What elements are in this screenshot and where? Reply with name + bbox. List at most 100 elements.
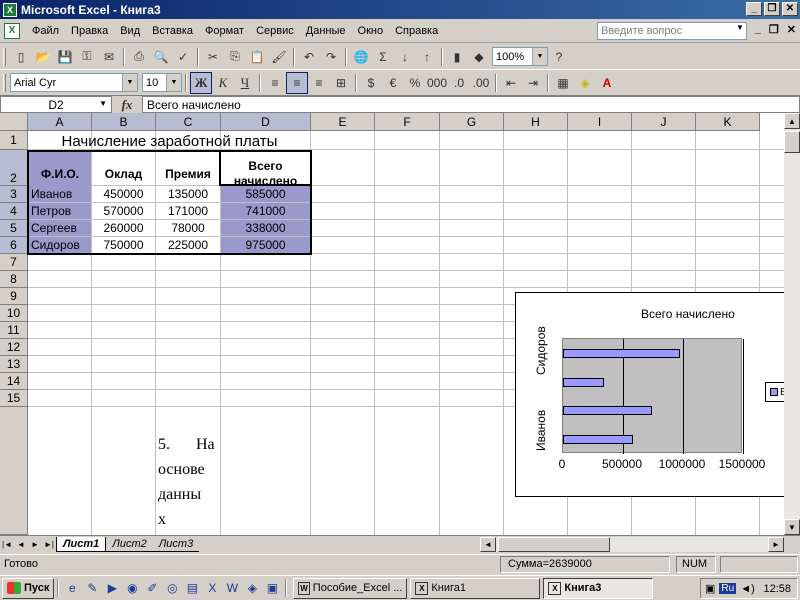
chart-plot-area[interactable] [562, 338, 744, 454]
print-icon[interactable]: ⎙ [128, 46, 150, 68]
menu-file[interactable]: Файл [26, 25, 65, 37]
sort-ascending-icon[interactable]: ↓ [394, 46, 416, 68]
opera-icon[interactable]: ◎ [163, 579, 181, 597]
row-header-4[interactable]: 4 [0, 203, 28, 220]
chart-bar-3[interactable] [563, 377, 604, 387]
save-icon[interactable]: 💾 [54, 46, 76, 68]
chart-title[interactable]: Всего начислено [641, 307, 735, 321]
align-center-icon[interactable]: ≡ [286, 71, 308, 94]
thousands-icon[interactable]: 000 [426, 72, 448, 94]
insert-function-icon[interactable]: fx [112, 97, 142, 113]
cell-total[interactable]: 975000 [221, 237, 310, 253]
cell-name[interactable]: Иванов [29, 186, 91, 202]
network-icon[interactable]: ▣ [705, 582, 715, 595]
chart-wizard-icon[interactable]: ▮ [446, 46, 468, 68]
column-header-g[interactable]: G [440, 113, 504, 131]
menu-data[interactable]: Данные [300, 25, 352, 37]
name-box[interactable]: D2 ▼ [0, 96, 112, 113]
doc-close-button[interactable]: ✕ [787, 23, 796, 36]
row-header-13[interactable]: 13 [0, 356, 28, 373]
scroll-thumb[interactable] [498, 537, 610, 552]
menu-format[interactable]: Формат [199, 25, 250, 37]
row-header-12[interactable]: 12 [0, 339, 28, 356]
column-header-f[interactable]: F [375, 113, 440, 131]
excel-icon[interactable]: X [203, 579, 221, 597]
cell-salary[interactable]: 570000 [92, 203, 155, 219]
chevron-down-icon[interactable]: ▼ [166, 74, 181, 91]
sheet-title[interactable]: Начисление заработной платы [28, 132, 311, 150]
decrease-indent-icon[interactable]: ⇤ [500, 72, 522, 94]
toolbar-grip[interactable] [3, 47, 6, 66]
volume-icon[interactable]: ◄) [740, 583, 755, 595]
cut-icon[interactable]: ✂ [202, 46, 224, 68]
chevron-down-icon[interactable]: ▼ [736, 23, 744, 32]
column-header-c[interactable]: C [156, 113, 221, 131]
sort-descending-icon[interactable]: ↑ [416, 46, 438, 68]
help-icon[interactable]: ? [548, 46, 570, 68]
task-item-posobie[interactable]: W Пособие_Excel ... [293, 577, 408, 599]
toolbar-grip[interactable] [3, 73, 6, 92]
decrease-decimal-icon[interactable]: .00 [470, 72, 492, 94]
scroll-right-icon[interactable]: ► [768, 537, 784, 552]
chart-bar-2[interactable] [563, 406, 652, 416]
format-painter-icon[interactable]: 🖌 [268, 46, 290, 68]
row-header-8[interactable]: 8 [0, 271, 28, 288]
bold-button[interactable]: Ж [190, 71, 212, 94]
chart-legend[interactable]: В [765, 382, 784, 402]
row-header-14[interactable]: 14 [0, 373, 28, 390]
restore-button[interactable]: ❐ [764, 2, 780, 16]
chevron-down-icon[interactable]: ▼ [99, 99, 107, 108]
start-button[interactable]: Пуск [2, 577, 55, 599]
worksheet-grid[interactable]: A B C D E F G H I J K 1 2 3 4 5 6 7 8 9 10 11 12 13 14 15 Начисле… [0, 113, 784, 535]
underline-button[interactable]: Ч [234, 72, 256, 94]
row-header-3[interactable]: 3 [0, 186, 28, 203]
percent-icon[interactable]: % [404, 72, 426, 94]
excel-app-icon[interactable]: X [3, 2, 17, 17]
cell-total[interactable]: 585000 [221, 186, 310, 202]
font-name-select[interactable]: Arial Cyr ▼ [10, 73, 138, 92]
increase-decimal-icon[interactable]: .0 [448, 72, 470, 94]
cell-salary[interactable]: 450000 [92, 186, 155, 202]
zoom-select[interactable]: 100% ▼ [492, 47, 548, 66]
doc-restore-button[interactable]: ❐ [769, 23, 779, 36]
redo-icon[interactable]: ↷ [320, 46, 342, 68]
language-indicator[interactable]: Ru [719, 583, 737, 594]
task-item-kniga1[interactable]: X Книга1 [410, 577, 541, 599]
close-button[interactable]: ✕ [782, 2, 798, 16]
currency-icon[interactable]: $ [360, 72, 382, 94]
column-header-a[interactable]: A [28, 113, 92, 131]
cell-total[interactable]: 338000 [221, 220, 310, 236]
spelling-icon[interactable]: ✓ [172, 46, 194, 68]
italic-button[interactable]: К [212, 72, 234, 94]
internet-explorer-icon[interactable]: e [63, 579, 81, 597]
horizontal-scrollbar[interactable]: ◄ ► [480, 537, 784, 552]
cell-salary[interactable]: 750000 [92, 237, 155, 253]
fill-color-icon[interactable]: ◈ [574, 72, 596, 94]
open-folder-icon[interactable]: 📂 [32, 46, 54, 68]
column-header-d[interactable]: D [221, 113, 311, 131]
next-sheet-icon[interactable]: ► [28, 540, 42, 549]
cell-bonus[interactable]: 225000 [156, 237, 220, 253]
menu-view[interactable]: Вид [114, 25, 146, 37]
prev-sheet-icon[interactable]: ◄ [14, 540, 28, 549]
outlook-icon[interactable]: ✎ [83, 579, 101, 597]
new-file-icon[interactable]: ▯ [10, 46, 32, 68]
help-search-input[interactable]: Введите вопрос [597, 22, 747, 40]
doc-minimize-button[interactable]: _ [755, 23, 761, 36]
align-left-icon[interactable]: ≡ [264, 72, 286, 94]
menu-edit[interactable]: Правка [65, 25, 114, 37]
euro-icon[interactable]: € [382, 72, 404, 94]
row-header-15[interactable]: 15 [0, 390, 28, 407]
menu-help[interactable]: Справка [389, 25, 444, 37]
row-header-9[interactable]: 9 [0, 288, 28, 305]
scroll-up-icon[interactable]: ▲ [784, 113, 800, 129]
align-right-icon[interactable]: ≡ [308, 72, 330, 94]
chart-bar-1[interactable] [563, 435, 634, 445]
chevron-down-icon[interactable]: ▼ [122, 74, 137, 91]
drawing-icon[interactable]: ◆ [468, 46, 490, 68]
menu-tools[interactable]: Сервис [250, 25, 300, 37]
last-sheet-icon[interactable]: ►| [42, 540, 56, 549]
tab-sheet2[interactable]: Лист2 [106, 537, 153, 552]
vertical-scrollbar[interactable]: ▲ ▼ [784, 113, 800, 535]
scroll-left-icon[interactable]: ◄ [480, 537, 496, 552]
